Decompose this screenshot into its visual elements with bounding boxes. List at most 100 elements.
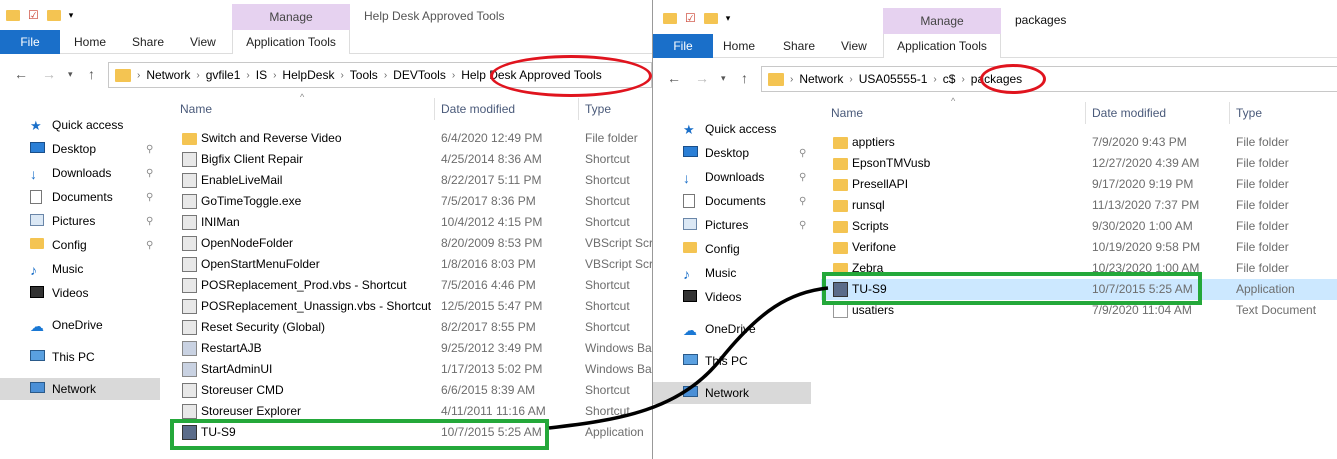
pin-icon[interactable]: ⚲ (146, 144, 153, 155)
chevron-down-icon[interactable]: ▾ (69, 10, 74, 21)
file-row[interactable]: Zebra 10/23/2020 1:00 AM File folder (821, 258, 1337, 279)
nav-item-config[interactable]: Config (679, 238, 740, 260)
application-tools-tab[interactable]: Application Tools (232, 30, 350, 54)
breadcrumb-item[interactable]: IS (256, 68, 267, 82)
nav-item-pictures[interactable]: Pictures ⚲ (679, 214, 806, 236)
forward-arrow-icon[interactable]: → (42, 66, 56, 82)
properties-icon[interactable]: ☑ (28, 8, 39, 22)
breadcrumb-item[interactable]: c$ (943, 72, 956, 86)
nav-item-documents[interactable]: Documents ⚲ (26, 186, 153, 208)
file-row[interactable]: OpenNodeFolder 8/20/2009 8:53 PM VBScript … (170, 233, 652, 254)
pin-icon[interactable]: ⚲ (146, 216, 153, 227)
file-row[interactable]: INIMan 10/4/2012 4:15 PM Shortcut (170, 212, 652, 233)
pin-icon[interactable]: ⚲ (799, 148, 806, 159)
chevron-down-icon[interactable]: ▾ (726, 13, 731, 24)
breadcrumb-item[interactable]: DEVTools (393, 68, 446, 82)
new-folder-icon[interactable] (46, 9, 61, 21)
nav-item-network[interactable]: Network (0, 378, 160, 400)
file-row[interactable]: EpsonTMVusb 12/27/2020 4:39 AM File folder (821, 153, 1337, 174)
nav-item-music[interactable]: ♪ Music (679, 262, 736, 284)
file-row[interactable]: POSReplacement_Unassign.vbs - Shortcut 12… (170, 296, 652, 317)
back-arrow-icon[interactable]: ← (667, 70, 681, 86)
nav-item-music[interactable]: ♪ Music (26, 258, 83, 280)
nav-item-quick-access[interactable]: ★ Quick access (26, 114, 123, 136)
nav-item-videos[interactable]: Videos (26, 282, 88, 304)
nav-item-network[interactable]: Network (653, 382, 811, 404)
home-tab[interactable]: Home (74, 30, 106, 54)
file-row[interactable]: GoTimeToggle.exe 7/5/2017 8:36 PM Shortcut (170, 191, 652, 212)
properties-icon[interactable]: ☑ (685, 11, 696, 25)
breadcrumb-item[interactable]: Network (146, 68, 190, 82)
nav-item-videos[interactable]: Videos (679, 286, 741, 308)
file-row[interactable]: PresellAPI 9/17/2020 9:19 PM File folder (821, 174, 1337, 195)
file-row[interactable]: Scripts 9/30/2020 1:00 AM File folder (821, 216, 1337, 237)
nav-item-downloads[interactable]: ↓ Downloads ⚲ (26, 162, 153, 184)
file-row[interactable]: POSReplacement_Prod.vbs - Shortcut 7/5/20… (170, 275, 652, 296)
breadcrumb-item[interactable]: HelpDesk (282, 68, 334, 82)
pin-icon[interactable]: ⚲ (799, 196, 806, 207)
column-header-type[interactable]: Type (1236, 98, 1262, 128)
column-header-name[interactable]: Name (180, 94, 212, 124)
file-row[interactable]: TU-S9 10/7/2015 5:25 AM Application (170, 422, 652, 443)
file-row[interactable]: TU-S9 10/7/2015 5:25 AM Application (821, 279, 1337, 300)
nav-item-this-pc[interactable]: This PC (679, 350, 748, 372)
view-tab[interactable]: View (841, 34, 867, 58)
file-row[interactable]: apptiers 7/9/2020 9:43 PM File folder (821, 132, 1337, 153)
application-tools-tab[interactable]: Application Tools (883, 34, 1001, 58)
breadcrumb-item[interactable]: Tools (350, 68, 378, 82)
nav-item-desktop[interactable]: Desktop ⚲ (679, 142, 806, 164)
share-tab[interactable]: Share (132, 30, 164, 54)
file-tab[interactable]: File (0, 30, 60, 54)
folder-icon[interactable] (663, 12, 677, 24)
file-row[interactable]: Storeuser CMD 6/6/2015 8:39 AM Shortcut (170, 380, 652, 401)
view-tab[interactable]: View (190, 30, 216, 54)
nav-item-quick-access[interactable]: ★ Quick access (679, 118, 776, 140)
pin-icon[interactable]: ⚲ (146, 240, 153, 251)
home-tab[interactable]: Home (723, 34, 755, 58)
column-header-date[interactable]: Date modified (441, 94, 515, 124)
file-row[interactable]: runsql 11/13/2020 7:37 PM File folder (821, 195, 1337, 216)
back-arrow-icon[interactable]: ← (14, 66, 28, 82)
recent-chevron-icon[interactable]: ▾ (721, 73, 726, 84)
nav-item-onedrive[interactable]: ☁ OneDrive (679, 318, 756, 340)
pin-icon[interactable]: ⚲ (146, 192, 153, 203)
file-row[interactable]: Switch and Reverse Video 6/4/2020 12:49 P… (170, 128, 652, 149)
nav-item-downloads[interactable]: ↓ Downloads ⚲ (679, 166, 806, 188)
left-address-bar[interactable]: › Network › gvfile1 › IS › HelpDesk › To… (108, 62, 652, 88)
file-row[interactable]: RestartAJB 9/25/2012 3:49 PM Windows Bat (170, 338, 652, 359)
file-row[interactable]: OpenStartMenuFolder 1/8/2016 8:03 PM VBScr… (170, 254, 652, 275)
file-row[interactable]: Verifone 10/19/2020 9:58 PM File folder (821, 237, 1337, 258)
breadcrumb-item[interactable]: Help Desk Approved Tools (461, 68, 602, 82)
forward-arrow-icon[interactable]: → (695, 70, 709, 86)
file-tab[interactable]: File (653, 34, 713, 58)
column-header-date[interactable]: Date modified (1092, 98, 1166, 128)
share-tab[interactable]: Share (783, 34, 815, 58)
nav-item-onedrive[interactable]: ☁ OneDrive (26, 314, 103, 336)
breadcrumb-item[interactable]: packages (971, 72, 1022, 86)
breadcrumb-item[interactable]: Network (799, 72, 843, 86)
column-header-type[interactable]: Type (585, 94, 611, 124)
folder-icon[interactable] (6, 9, 20, 21)
file-row[interactable]: Bigfix Client Repair 4/25/2014 8:36 AM Sho… (170, 149, 652, 170)
right-address-bar[interactable]: › Network › USA05555-1 › c$ › packages (761, 66, 1337, 92)
pin-icon[interactable]: ⚲ (799, 172, 806, 183)
file-row[interactable]: Storeuser Explorer 4/11/2011 11:16 AM Shor… (170, 401, 652, 422)
manage-tab[interactable]: Manage (883, 8, 1001, 34)
breadcrumb-item[interactable]: gvfile1 (206, 68, 241, 82)
nav-item-config[interactable]: Config ⚲ (26, 234, 153, 256)
nav-item-documents[interactable]: Documents ⚲ (679, 190, 806, 212)
file-row[interactable]: StartAdminUI 1/17/2013 5:02 PM Windows Bat (170, 359, 652, 380)
new-folder-icon[interactable] (703, 12, 718, 24)
breadcrumb-item[interactable]: USA05555-1 (859, 72, 928, 86)
file-row[interactable]: Reset Security (Global) 8/2/2017 8:55 PM S… (170, 317, 652, 338)
manage-tab[interactable]: Manage (232, 4, 350, 30)
file-row[interactable]: EnableLiveMail 8/22/2017 5:11 PM Shortcut (170, 170, 652, 191)
nav-item-desktop[interactable]: Desktop ⚲ (26, 138, 153, 160)
recent-chevron-icon[interactable]: ▾ (68, 69, 73, 80)
up-arrow-icon[interactable]: ↑ (741, 70, 748, 86)
pin-icon[interactable]: ⚲ (146, 168, 153, 179)
column-header-name[interactable]: Name (831, 98, 863, 128)
nav-item-this-pc[interactable]: This PC (26, 346, 95, 368)
nav-item-pictures[interactable]: Pictures ⚲ (26, 210, 153, 232)
file-row[interactable]: usatiers 7/9/2020 11:04 AM Text Document (821, 300, 1337, 321)
